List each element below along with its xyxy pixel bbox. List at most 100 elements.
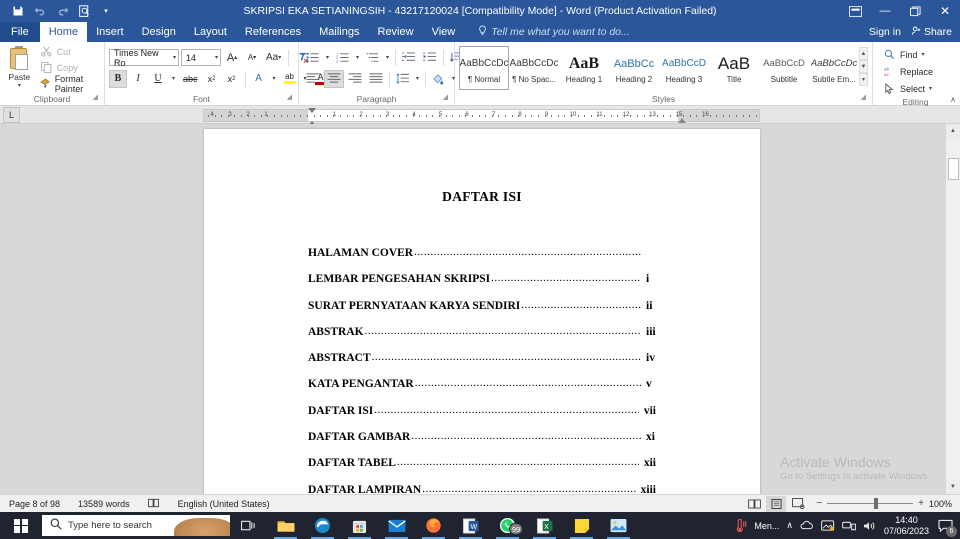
- superscript-button[interactable]: x2: [223, 70, 241, 88]
- zoom-thumb[interactable]: [874, 498, 879, 509]
- bold-button[interactable]: B: [109, 69, 127, 88]
- redo-icon[interactable]: [52, 2, 72, 20]
- toc-entry[interactable]: DAFTAR GAMBAR...........................…: [308, 430, 656, 443]
- zoom-in-button[interactable]: +: [918, 498, 924, 509]
- style-tile-title[interactable]: AaB Title: [709, 46, 759, 90]
- print-layout-button[interactable]: [766, 495, 787, 512]
- mail-icon[interactable]: [378, 512, 415, 539]
- styles-scroll-down-icon[interactable]: ▼: [859, 60, 868, 73]
- toc-entry[interactable]: SURAT PERNYATAAN KARYA SENDIRI..........…: [308, 299, 656, 312]
- toc-entry[interactable]: DAFTAR TABEL............................…: [308, 456, 656, 469]
- toc-entry[interactable]: DAFTAR ISI..............................…: [308, 404, 656, 417]
- task-view-icon[interactable]: [230, 512, 267, 539]
- scroll-down-arrow-icon[interactable]: ▼: [946, 480, 960, 494]
- strikethrough-button[interactable]: abc: [180, 70, 201, 88]
- paste-button[interactable]: Paste ▾: [4, 44, 35, 89]
- document-area[interactable]: DAFTAR ISI HALAMAN COVER................…: [0, 124, 960, 494]
- toc-entry[interactable]: HALAMAN COVER...........................…: [308, 246, 656, 259]
- paste-dropdown-icon[interactable]: ▾: [18, 82, 21, 89]
- customize-qat-icon[interactable]: ▾: [96, 2, 116, 20]
- font-dialog-launcher-icon[interactable]: ◢: [287, 92, 292, 104]
- scroll-up-arrow-icon[interactable]: ▲: [946, 124, 960, 138]
- print-preview-icon[interactable]: [74, 2, 94, 20]
- tab-layout[interactable]: Layout: [185, 22, 236, 42]
- minimize-button[interactable]: —: [870, 0, 900, 22]
- style-tile-heading-3[interactable]: AaBbCcD Heading 3: [659, 46, 709, 90]
- styles-scroll-up-icon[interactable]: ▲: [859, 47, 868, 60]
- sticky-notes-icon[interactable]: [563, 512, 600, 539]
- zoom-out-button[interactable]: −: [816, 498, 822, 509]
- temperature-icon[interactable]: [734, 518, 747, 533]
- taskbar-clock[interactable]: 14:40 07/06/2023: [884, 515, 929, 537]
- page-indicator[interactable]: Page 8 of 98: [0, 499, 69, 509]
- temperature-label[interactable]: Men...: [754, 521, 779, 531]
- format-painter-button[interactable]: Format Painter: [37, 74, 100, 94]
- start-button[interactable]: [0, 512, 42, 539]
- select-button[interactable]: Select ▾: [880, 81, 935, 96]
- tab-home[interactable]: Home: [39, 22, 88, 42]
- text-effects-dropdown-icon[interactable]: ▾: [270, 70, 279, 88]
- save-icon[interactable]: [8, 2, 28, 20]
- ribbon-display-options-icon[interactable]: [840, 0, 870, 22]
- toc-entry[interactable]: ABSTRAK.................................…: [308, 325, 656, 338]
- tab-file[interactable]: File: [0, 22, 40, 42]
- language-indicator[interactable]: English (United States): [169, 499, 279, 509]
- volume-icon[interactable]: [863, 520, 877, 532]
- style-tile-subtle-em[interactable]: AaBbCcDc Subtle Em...: [809, 46, 859, 90]
- select-dropdown-icon[interactable]: ▾: [929, 85, 932, 92]
- toc-entry[interactable]: KATA PENGANTAR..........................…: [308, 377, 656, 390]
- subscript-button[interactable]: x2: [203, 70, 221, 88]
- styles-gallery[interactable]: AaBbCcDc ¶ Normal AaBbCcDc ¶ No Spac... AaB H…: [459, 46, 859, 90]
- align-left-button[interactable]: [303, 70, 323, 88]
- line-spacing-button[interactable]: [393, 70, 412, 88]
- toc-entry[interactable]: DAFTAR LAMPIRAN.........................…: [308, 483, 656, 494]
- store-icon[interactable]: [341, 512, 378, 539]
- shading-button[interactable]: [429, 70, 448, 88]
- network-icon[interactable]: [842, 520, 856, 532]
- taskbar-search-box[interactable]: Type here to search: [42, 515, 230, 536]
- increase-indent-button[interactable]: [420, 49, 440, 67]
- zoom-track[interactable]: [827, 498, 914, 509]
- horizontal-ruler[interactable]: 4321123456789101112131516: [203, 108, 760, 130]
- multilevel-list-button[interactable]: [363, 49, 382, 67]
- firefox-icon[interactable]: [415, 512, 452, 539]
- find-dropdown-icon[interactable]: ▾: [922, 51, 925, 58]
- replace-button[interactable]: ab ac Replace: [880, 64, 936, 79]
- onedrive-icon[interactable]: [800, 520, 814, 531]
- style-tile-heading-2[interactable]: AaBbCc Heading 2: [609, 46, 659, 90]
- paragraph-dialog-launcher-icon[interactable]: ◢: [443, 92, 448, 104]
- file-explorer-icon[interactable]: [267, 512, 304, 539]
- right-indent-marker[interactable]: [678, 118, 686, 123]
- undo-icon[interactable]: [30, 2, 50, 20]
- scrollbar-thumb[interactable]: [948, 158, 959, 180]
- whatsapp-icon[interactable]: 99: [489, 512, 526, 539]
- underline-button[interactable]: U: [149, 70, 167, 88]
- tab-view[interactable]: View: [423, 22, 465, 42]
- zoom-slider[interactable]: − +: [816, 498, 924, 509]
- justify-button[interactable]: [366, 70, 386, 88]
- tell-me-box[interactable]: Tell me what you want to do...: [464, 22, 630, 42]
- first-line-indent-marker[interactable]: [308, 108, 316, 113]
- tab-stop-selector[interactable]: L: [3, 106, 20, 123]
- photos-icon[interactable]: [600, 512, 637, 539]
- highlight-color-button[interactable]: ab: [281, 70, 299, 88]
- change-case-button[interactable]: Aa ▾: [263, 49, 284, 67]
- toc-entry[interactable]: LEMBAR PENGESAHAN SKRIPSI...............…: [308, 272, 656, 285]
- italic-button[interactable]: I: [129, 70, 147, 88]
- web-layout-button[interactable]: [788, 496, 808, 512]
- toc-entry[interactable]: ABSTRACT................................…: [308, 351, 656, 364]
- find-button[interactable]: Find ▾: [880, 47, 928, 62]
- tab-design[interactable]: Design: [133, 22, 185, 42]
- edge-icon[interactable]: [304, 512, 341, 539]
- tab-references[interactable]: References: [236, 22, 310, 42]
- proofing-status[interactable]: [139, 498, 169, 510]
- word-icon[interactable]: W: [452, 512, 489, 539]
- style-tile-no-spac[interactable]: AaBbCcDc ¶ No Spac...: [509, 46, 559, 90]
- styles-dialog-launcher-icon[interactable]: ◢: [861, 92, 866, 104]
- read-mode-button[interactable]: [744, 496, 764, 512]
- tab-review[interactable]: Review: [369, 22, 423, 42]
- show-hidden-icons-chevron[interactable]: ∧: [786, 520, 793, 531]
- share-button[interactable]: Share: [911, 26, 952, 39]
- cut-button[interactable]: Cut: [37, 44, 100, 59]
- bullets-dropdown-icon[interactable]: ▾: [323, 49, 332, 67]
